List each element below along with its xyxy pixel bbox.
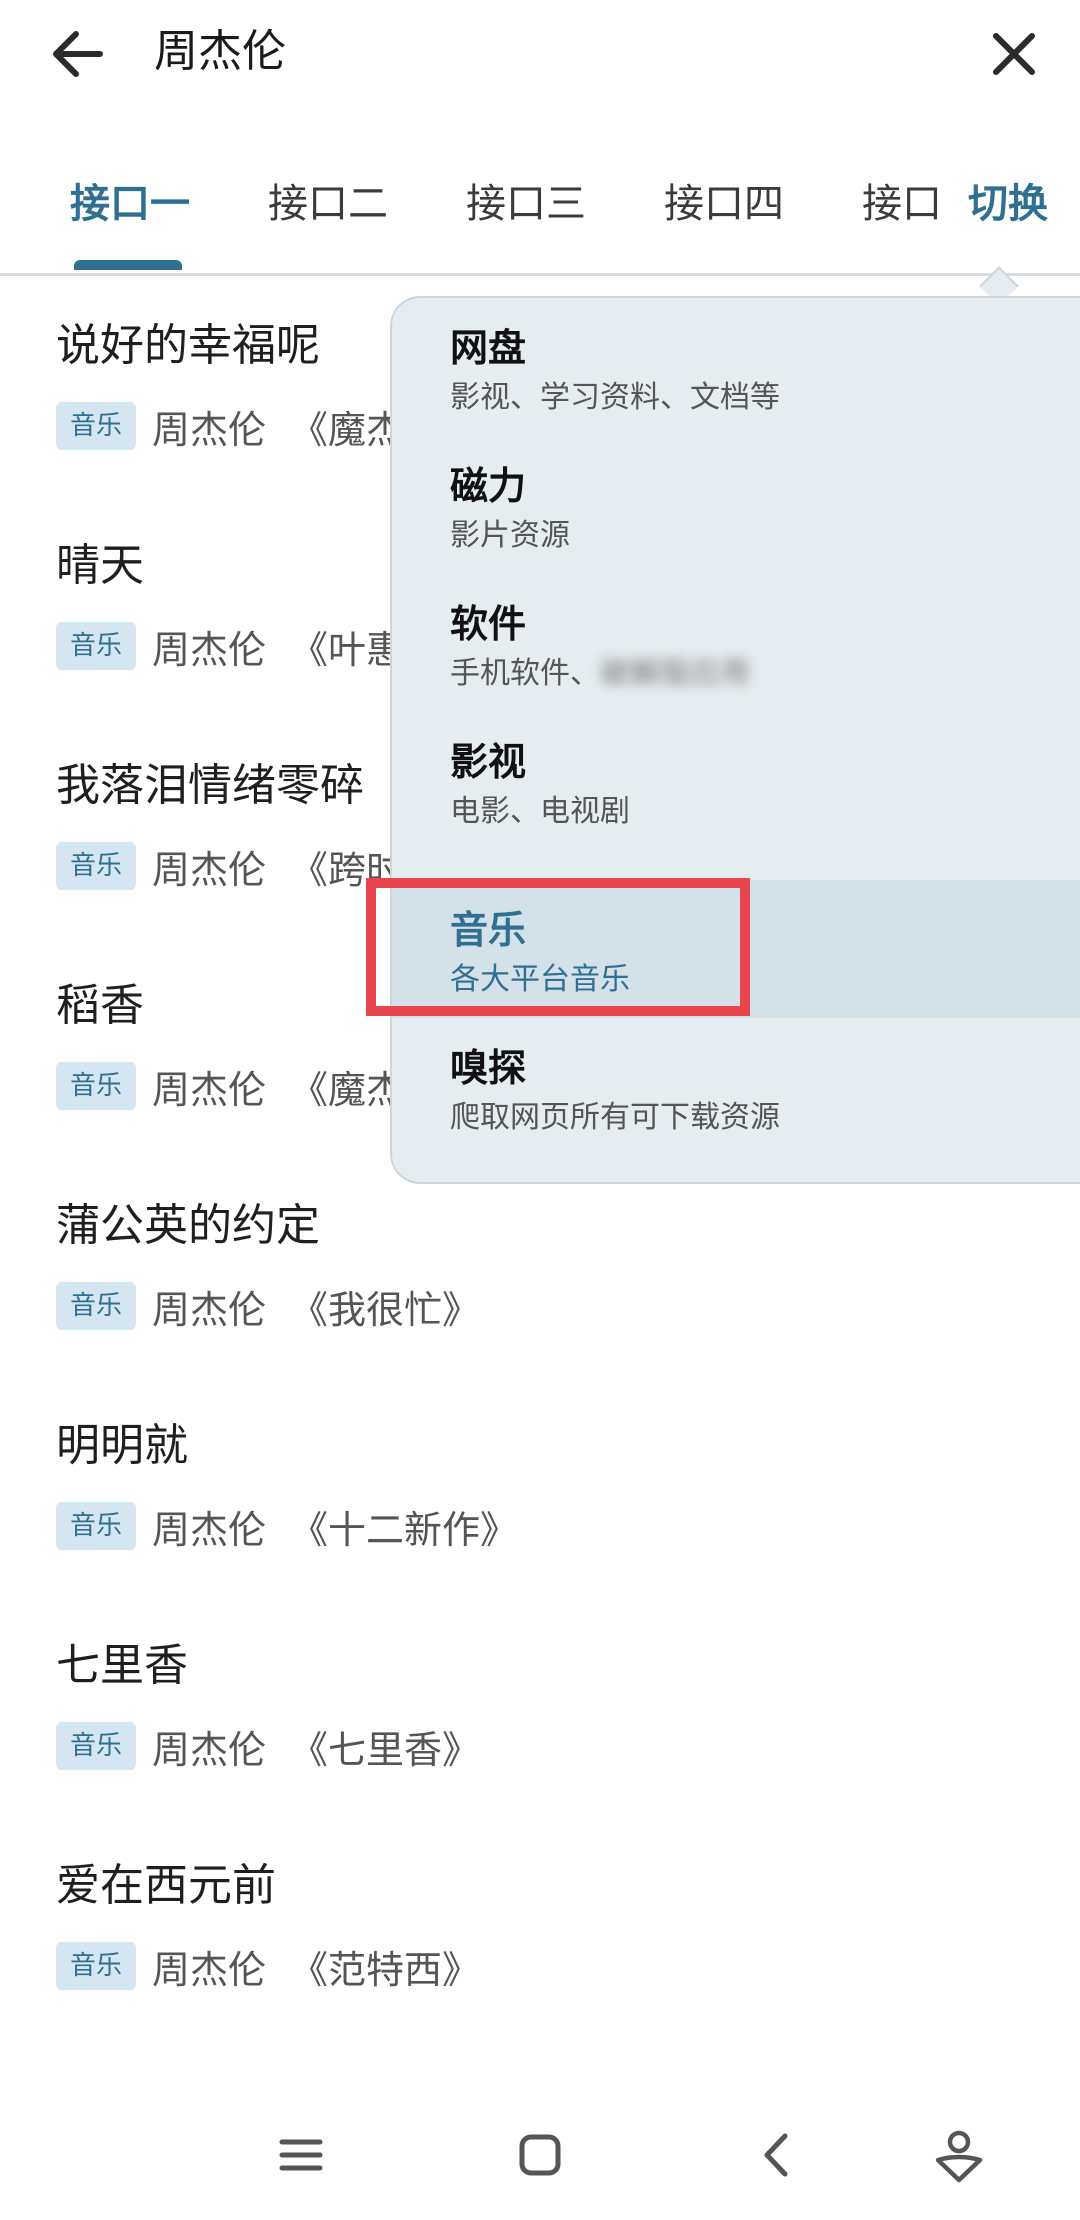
artist-name: 周杰伦	[152, 1507, 267, 1552]
list-item[interactable]: 爱在西元前 音乐 周杰伦 《范特西》	[56, 1816, 1056, 2036]
album-name: 《范特西》	[290, 1947, 481, 1992]
song-meta: 音乐 周杰伦 《我很忙》	[56, 1280, 480, 1332]
tab-interface-1[interactable]: 接口一	[70, 176, 190, 232]
tab-interface-5[interactable]: 接口	[862, 176, 942, 232]
menu-item-netdisk[interactable]: 网盘 影视、学习资料、文档等	[392, 298, 1080, 436]
song-meta: 音乐 周杰伦 《范特西》	[56, 1940, 480, 1992]
category-tag: 音乐	[56, 402, 137, 450]
song-title: 爱在西元前	[56, 1860, 276, 1911]
menu-item-magnet[interactable]: 磁力 影片资源	[392, 436, 1080, 574]
menu-item-desc: 手机软件、破解版应用	[450, 652, 750, 696]
category-tag: 音乐	[56, 1722, 137, 1770]
tab-interface-3[interactable]: 接口三	[466, 176, 586, 232]
menu-lines-icon	[279, 2139, 323, 2171]
switch-source-button[interactable]: 切换	[960, 176, 1048, 232]
menu-item-label: 影视	[450, 740, 527, 784]
home-button[interactable]	[505, 2120, 575, 2190]
artist-name: 周杰伦	[152, 407, 267, 452]
category-tag: 音乐	[56, 842, 137, 890]
artist-name: 周杰伦	[152, 1727, 267, 1772]
assistant-icon	[935, 2130, 983, 2183]
artist-name: 周杰伦	[152, 627, 267, 672]
album-name: 《十二新作》	[290, 1507, 519, 1552]
category-tag: 音乐	[56, 1502, 137, 1550]
tab-interface-2[interactable]: 接口二	[268, 176, 388, 232]
arrow-left-icon	[53, 31, 103, 77]
search-query[interactable]: 周杰伦	[154, 20, 286, 84]
menu-item-sniff[interactable]: 嗅探 爬取网页所有可下载资源	[392, 1018, 1080, 1156]
song-title: 稻香	[56, 980, 144, 1031]
song-title: 说好的幸福呢	[56, 320, 320, 371]
highlight-annotation	[366, 878, 750, 1016]
song-title: 蒲公英的约定	[56, 1200, 320, 1251]
category-tag: 音乐	[56, 1282, 137, 1330]
menu-item-label: 嗅探	[450, 1046, 527, 1090]
source-tabs: 接口一 接口二 接口三 接口四 接口 切换	[0, 160, 1080, 276]
song-title: 我落泪情绪零碎	[56, 760, 364, 811]
song-meta: 音乐 周杰伦 《十二新作》	[56, 1500, 518, 1552]
menu-item-video[interactable]: 影视 电影、电视剧	[392, 712, 1080, 850]
blurred-text: 破解版应用	[600, 656, 750, 691]
category-tag: 音乐	[56, 1942, 137, 1990]
menu-item-desc: 影视、学习资料、文档等	[450, 380, 780, 415]
close-icon	[993, 33, 1035, 75]
menu-item-desc-text: 手机软件、	[450, 656, 600, 691]
song-title: 明明就	[56, 1420, 188, 1471]
album-name: 《我很忙》	[290, 1287, 481, 1332]
album-name: 《七里香》	[290, 1727, 481, 1772]
artist-name: 周杰伦	[152, 1947, 267, 1992]
top-bar: 周杰伦	[0, 0, 1080, 110]
menu-item-desc: 电影、电视剧	[450, 794, 630, 829]
menu-item-label: 软件	[450, 602, 527, 646]
close-button[interactable]	[982, 22, 1046, 86]
menu-item-label: 网盘	[450, 326, 527, 370]
category-tag: 音乐	[56, 622, 137, 670]
song-title: 晴天	[56, 540, 144, 591]
system-nav-bar	[0, 2090, 1080, 2220]
artist-name: 周杰伦	[152, 1287, 267, 1332]
artist-name: 周杰伦	[152, 847, 267, 892]
active-tab-indicator	[74, 260, 182, 270]
menu-item-label: 磁力	[450, 464, 527, 508]
source-type-menu: 网盘 影视、学习资料、文档等 磁力 影片资源 软件 手机软件、破解版应用 影视 …	[390, 296, 1080, 1184]
song-meta: 音乐 周杰伦 《七里香》	[56, 1720, 480, 1772]
list-item[interactable]: 明明就 音乐 周杰伦 《十二新作》	[56, 1376, 1056, 1596]
menu-item-desc: 爬取网页所有可下载资源	[450, 1100, 780, 1135]
recent-apps-button[interactable]	[266, 2120, 336, 2190]
list-item[interactable]: 七里香 音乐 周杰伦 《七里香》	[56, 1596, 1056, 1816]
menu-item-software[interactable]: 软件 手机软件、破解版应用	[392, 574, 1080, 712]
square-home-icon	[519, 2134, 561, 2176]
list-item[interactable]: 蒲公英的约定 音乐 周杰伦 《我很忙》	[56, 1156, 1056, 1376]
chevron-back-icon	[764, 2133, 788, 2177]
category-tag: 音乐	[56, 1062, 137, 1110]
back-button[interactable]	[48, 22, 112, 86]
menu-item-desc: 影片资源	[450, 518, 570, 553]
tab-interface-4[interactable]: 接口四	[664, 176, 784, 232]
back-nav-button[interactable]	[743, 2120, 813, 2190]
artist-name: 周杰伦	[152, 1067, 267, 1112]
song-title: 七里香	[56, 1640, 188, 1691]
assistant-button[interactable]	[924, 2120, 994, 2190]
